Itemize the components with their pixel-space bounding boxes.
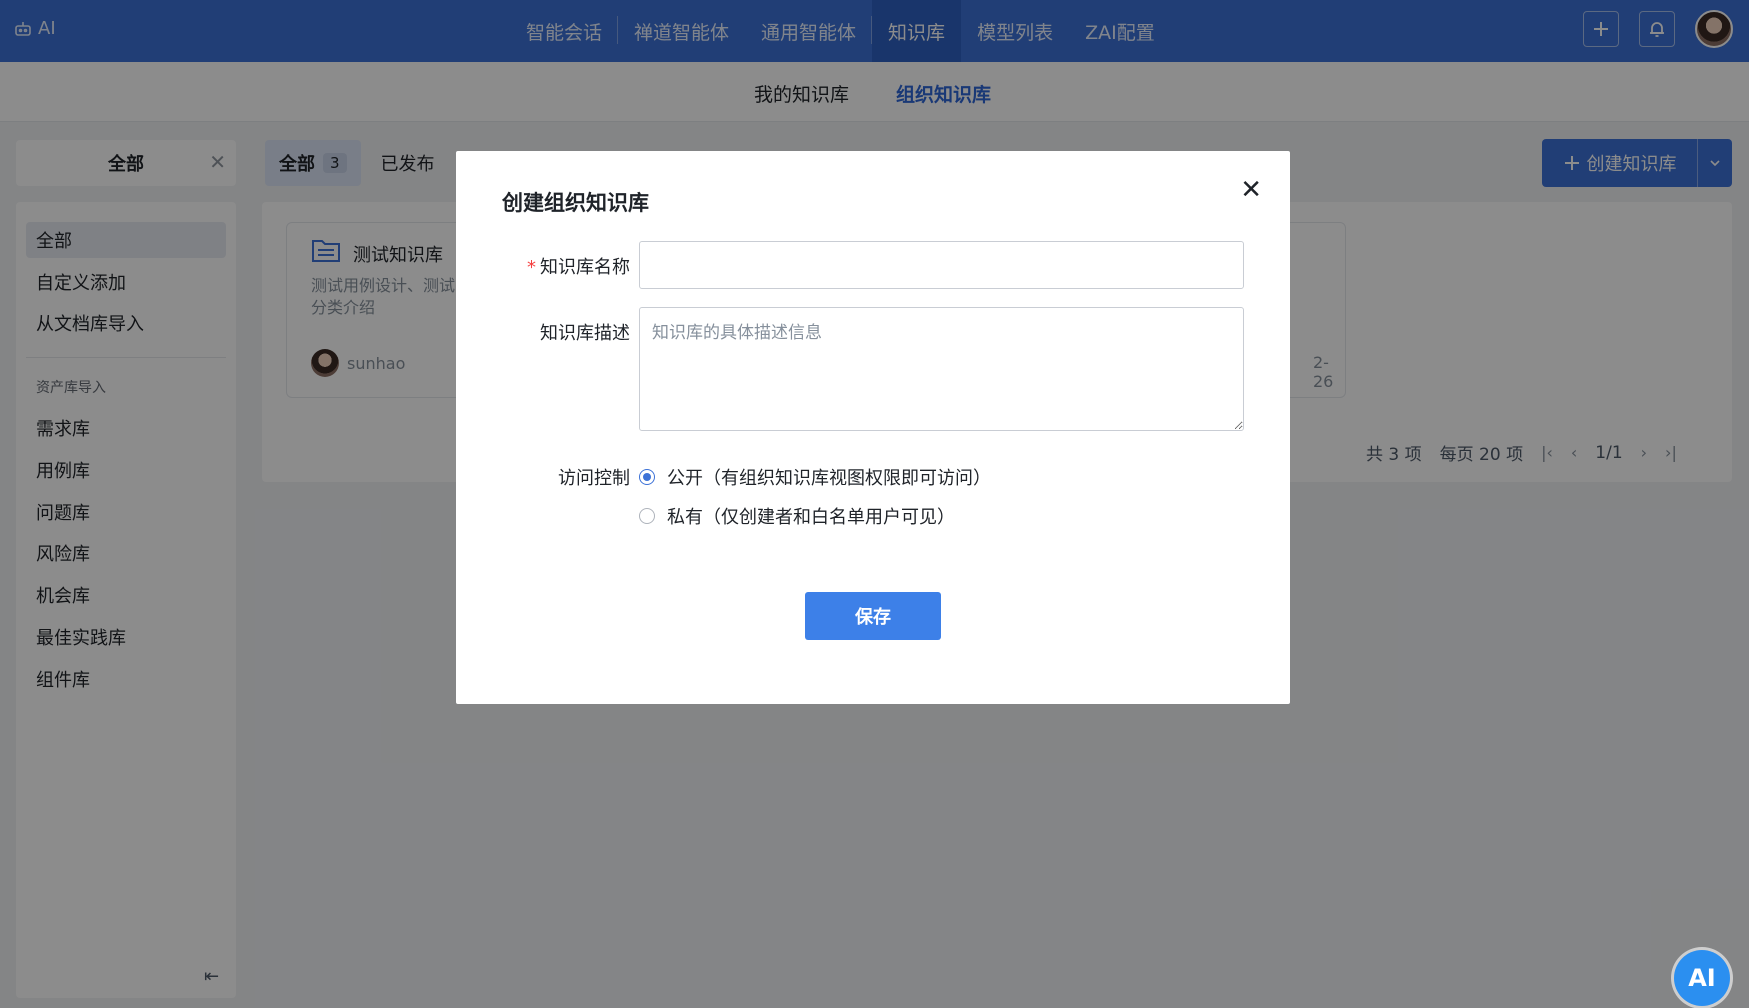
access-private-option[interactable]: 私有（仅创建者和白名单用户可见） [639, 503, 955, 529]
ai-assistant-button[interactable]: AI [1674, 950, 1730, 1006]
name-label-text: 知识库名称 [540, 257, 630, 278]
radio-public[interactable] [639, 469, 655, 485]
access-label: 访问控制 [558, 468, 630, 489]
name-label: * 知识库名称 [527, 253, 630, 279]
access-public-option[interactable]: 公开（有组织知识库视图权限即可访问） [639, 464, 991, 490]
dialog-title: 创建组织知识库 [502, 191, 649, 215]
required-mark: * [527, 257, 536, 278]
access-public-label: 公开（有组织知识库视图权限即可访问） [667, 468, 991, 489]
knowledge-desc-input[interactable] [639, 307, 1244, 431]
save-button[interactable]: 保存 [805, 592, 941, 640]
close-icon[interactable]: ✕ [1240, 177, 1262, 203]
desc-label: 知识库描述 [540, 323, 630, 344]
knowledge-name-input[interactable] [639, 241, 1244, 289]
radio-private[interactable] [639, 508, 655, 524]
create-org-knowledge-dialog: 创建组织知识库 ✕ *知识库名称 知识库描述 访问控制 公开（有组织知识库视图权… [456, 151, 1290, 704]
access-private-label: 私有（仅创建者和白名单用户可见） [667, 507, 955, 528]
